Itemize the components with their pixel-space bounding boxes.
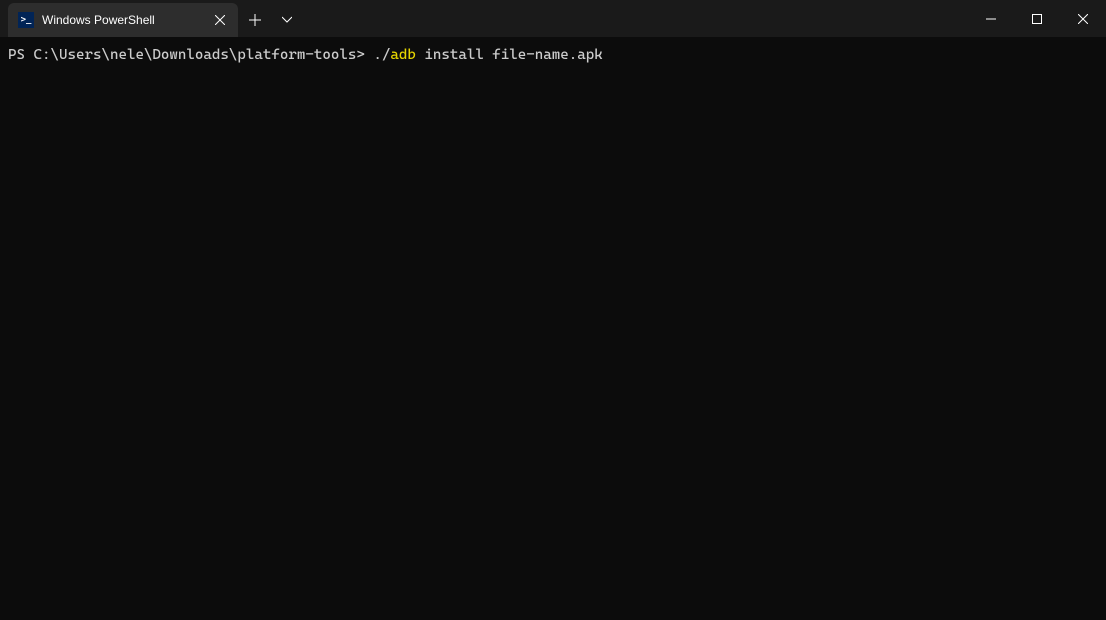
powershell-icon: >_ xyxy=(18,12,34,28)
terminal-prompt: PS C:\Users\nele\Downloads\platform-tool… xyxy=(8,47,373,63)
terminal-body[interactable]: PS C:\Users\nele\Downloads\platform-tool… xyxy=(0,37,1106,620)
close-icon xyxy=(1078,14,1088,24)
window-controls xyxy=(968,0,1106,37)
tab-powershell[interactable]: >_ Windows PowerShell xyxy=(8,3,238,37)
maximize-button[interactable] xyxy=(1014,0,1060,37)
maximize-icon xyxy=(1032,14,1042,24)
window-close-button[interactable] xyxy=(1060,0,1106,37)
minimize-icon xyxy=(986,14,996,24)
titlebar: >_ Windows PowerShell xyxy=(0,0,1106,37)
cmd-suffix: install file-name.apk xyxy=(416,47,603,63)
tab-close-button[interactable] xyxy=(212,12,228,28)
close-icon xyxy=(215,15,225,25)
tab-dropdown-button[interactable] xyxy=(272,3,302,37)
cmd-highlight: adb xyxy=(390,47,416,63)
tab-title: Windows PowerShell xyxy=(42,13,204,27)
minimize-button[interactable] xyxy=(968,0,1014,37)
new-tab-button[interactable] xyxy=(238,3,272,37)
tabs-area: >_ Windows PowerShell xyxy=(0,0,302,37)
terminal-line: PS C:\Users\nele\Downloads\platform-tool… xyxy=(8,45,1098,65)
plus-icon xyxy=(249,14,261,26)
chevron-down-icon xyxy=(282,15,292,25)
cmd-prefix: ./ xyxy=(373,47,390,63)
